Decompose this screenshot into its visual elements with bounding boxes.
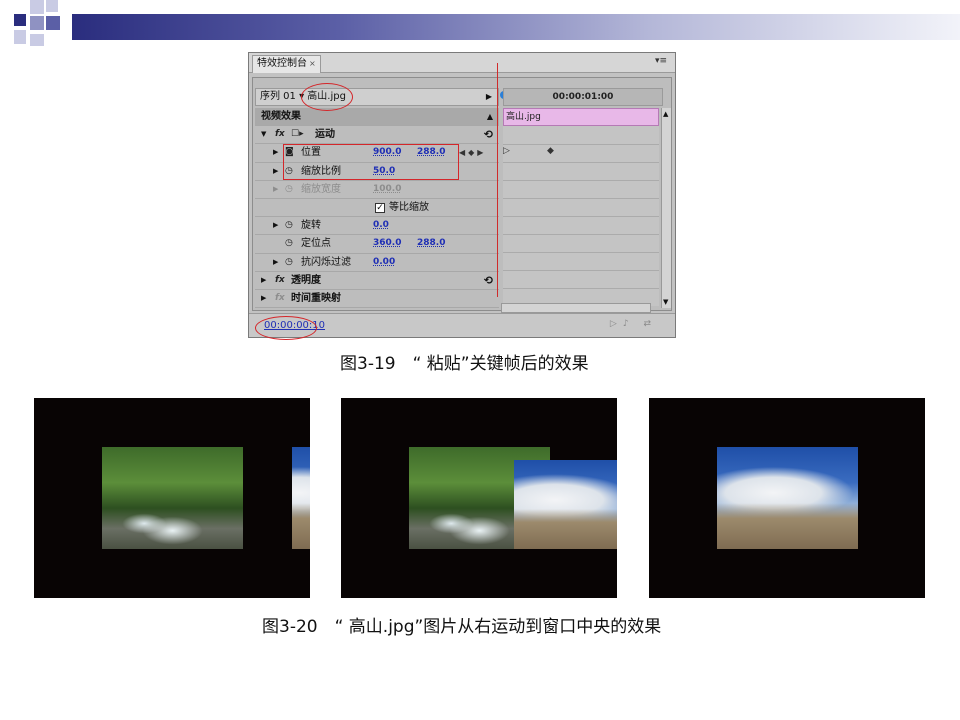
timeline-row-divider bbox=[503, 270, 659, 271]
timeline-row-divider bbox=[503, 144, 659, 145]
fx-icon[interactable]: fx bbox=[275, 272, 285, 289]
panel-footer-icons[interactable]: ▷♪ ⇄ bbox=[610, 319, 657, 329]
antiflicker-value[interactable]: 0.00 bbox=[373, 254, 395, 271]
preview-frame-3 bbox=[649, 398, 925, 598]
decor-square-1 bbox=[14, 14, 26, 26]
timeline-row-divider bbox=[503, 252, 659, 253]
sequence-clip-selector[interactable]: 序列 01 ▾ 高山.jpg ▶ bbox=[255, 88, 499, 106]
decor-square-7 bbox=[14, 30, 26, 44]
current-time-indicator[interactable] bbox=[497, 63, 498, 297]
keyframe-marker-icon[interactable]: ◆ bbox=[547, 146, 554, 156]
uniform-scale-checkbox[interactable]: ✓ bbox=[375, 202, 385, 213]
highlight-position-scale-rect bbox=[283, 144, 459, 180]
highlight-timecode-ellipse bbox=[255, 316, 317, 340]
expand-right-icon[interactable]: ▶ bbox=[273, 163, 278, 180]
horizontal-scrollbar[interactable] bbox=[501, 303, 651, 313]
timeline-row-divider bbox=[503, 198, 659, 199]
decor-square-5 bbox=[46, 16, 60, 30]
effect-motion[interactable]: ▼ fx ☐▸ 运动 ⟲ bbox=[255, 126, 499, 145]
timeline-ruler-timecode: 00:00:01:00 bbox=[503, 88, 663, 106]
effect-time-remap[interactable]: ▶ fx 时间重映射 bbox=[255, 290, 499, 309]
timeline-row-divider bbox=[503, 234, 659, 235]
effect-controls-body: 序列 01 ▾ 高山.jpg ▶ 00:00:01:00 视频效果 ▲ ▼ fx… bbox=[252, 77, 672, 311]
expand-right-icon[interactable]: ▶ bbox=[261, 272, 266, 289]
property-rotation: ▶ ◷ 旋转 0.0 bbox=[255, 217, 499, 236]
figure-caption-3-20: 图3-20 “ 高山.jpg”图片从右运动到窗口中央的效果 bbox=[262, 617, 662, 637]
tab-effect-controls[interactable]: 特效控制台 × bbox=[252, 55, 321, 73]
stopwatch-icon[interactable]: ◷ bbox=[285, 235, 293, 252]
mountain-image bbox=[717, 447, 858, 549]
scroll-up-icon[interactable]: ▲ bbox=[487, 108, 493, 125]
waterfall-image bbox=[102, 447, 243, 549]
effect-controls-panel: 特效控制台 × ▾≡ 序列 01 ▾ 高山.jpg ▶ 00:00:01:00 视… bbox=[248, 52, 676, 340]
tab-label: 特效控制台 bbox=[257, 58, 307, 69]
expand-down-icon[interactable]: ▼ bbox=[261, 126, 266, 143]
fx-icon: fx bbox=[275, 292, 285, 303]
expand-right-icon[interactable]: ▶ bbox=[273, 181, 278, 198]
motion-label: 运动 bbox=[315, 129, 335, 141]
video-effects-header: 视频效果 ▲ bbox=[255, 108, 499, 127]
expand-right-icon[interactable]: ▶ bbox=[273, 254, 278, 271]
preview-frame-1 bbox=[34, 398, 310, 598]
anchor-x-value[interactable]: 360.0 bbox=[373, 235, 401, 252]
expand-right-icon[interactable]: ▶ bbox=[273, 217, 278, 234]
close-icon[interactable]: × bbox=[309, 59, 316, 68]
uniform-scale-label: 等比缩放 bbox=[389, 201, 429, 213]
opacity-label: 透明度 bbox=[291, 274, 321, 286]
keyframe-navigator-icon[interactable]: ◀◆▶ bbox=[459, 144, 486, 161]
property-uniform-scale: ✓ 等比缩放 bbox=[255, 199, 499, 218]
scale-width-label: 缩放宽度 bbox=[301, 183, 341, 195]
anchor-y-value[interactable]: 288.0 bbox=[417, 235, 445, 252]
property-scale-width: ▶ ◷ 缩放宽度 100.0 bbox=[255, 181, 499, 199]
preview-frame-2 bbox=[341, 398, 617, 598]
timeline-row-divider bbox=[503, 180, 659, 181]
expand-right-icon[interactable]: ▶ bbox=[273, 144, 278, 161]
scroll-up-icon[interactable]: ▲ bbox=[663, 110, 668, 118]
header-gradient-bar bbox=[72, 14, 960, 40]
mountain-image bbox=[292, 447, 310, 549]
decor-square-3 bbox=[46, 0, 58, 12]
keyframe-marker-icon[interactable]: ▷ bbox=[503, 146, 510, 156]
property-anchor-point: ◷ 定位点 360.0 288.0 bbox=[255, 235, 499, 254]
panel-tab-bar: 特效控制台 × ▾≡ bbox=[249, 53, 675, 73]
time-remap-label: 时间重映射 bbox=[291, 292, 341, 304]
timeline-row-divider bbox=[503, 216, 659, 217]
expand-right-icon[interactable]: ▶ bbox=[261, 290, 266, 307]
decor-square-6 bbox=[30, 34, 44, 46]
play-triangle-icon[interactable]: ▶ bbox=[486, 89, 492, 105]
rotation-label: 旋转 bbox=[301, 220, 321, 232]
fx-icon[interactable]: fx bbox=[275, 126, 285, 143]
antiflicker-label: 抗闪烁过滤 bbox=[301, 256, 351, 268]
effect-property-list: 视频效果 ▲ ▼ fx ☐▸ 运动 ⟲ ▶ ◙ 位置 900.0 288.0 ◀… bbox=[255, 108, 499, 309]
clip-bar[interactable]: 高山.jpg bbox=[503, 108, 659, 126]
stopwatch-icon[interactable]: ◷ bbox=[285, 254, 293, 271]
reset-icon[interactable]: ⟲ bbox=[484, 272, 493, 289]
decor-square-4 bbox=[30, 16, 44, 30]
stopwatch-icon[interactable]: ◷ bbox=[285, 217, 293, 234]
scroll-down-icon[interactable]: ▼ bbox=[663, 298, 668, 306]
transform-box-icon[interactable]: ☐▸ bbox=[291, 126, 304, 143]
decor-square-2 bbox=[30, 0, 44, 14]
panel-menu-icon[interactable]: ▾≡ bbox=[655, 56, 667, 66]
anchor-label: 定位点 bbox=[301, 238, 331, 250]
reset-icon[interactable]: ⟲ bbox=[484, 126, 493, 143]
scale-width-value: 100.0 bbox=[373, 183, 402, 194]
keyframe-timeline[interactable]: 高山.jpg ▷ ◆ bbox=[503, 108, 659, 306]
timeline-row-divider bbox=[503, 162, 659, 163]
vertical-scrollbar[interactable]: ▲ ▼ bbox=[661, 108, 671, 308]
rotation-value[interactable]: 0.0 bbox=[373, 217, 389, 234]
figure-caption-3-19: 图3-19 “ 粘贴”关键帧后的效果 bbox=[340, 354, 589, 374]
effect-opacity[interactable]: ▶ fx 透明度 ⟲ bbox=[255, 272, 499, 290]
timeline-row-divider bbox=[503, 288, 659, 289]
mountain-image bbox=[514, 460, 617, 549]
highlight-clip-name-ellipse bbox=[301, 83, 353, 111]
stopwatch-icon: ◷ bbox=[285, 183, 293, 194]
video-effects-label: 视频效果 bbox=[261, 111, 301, 122]
property-antiflicker: ▶ ◷ 抗闪烁过滤 0.00 bbox=[255, 254, 499, 272]
